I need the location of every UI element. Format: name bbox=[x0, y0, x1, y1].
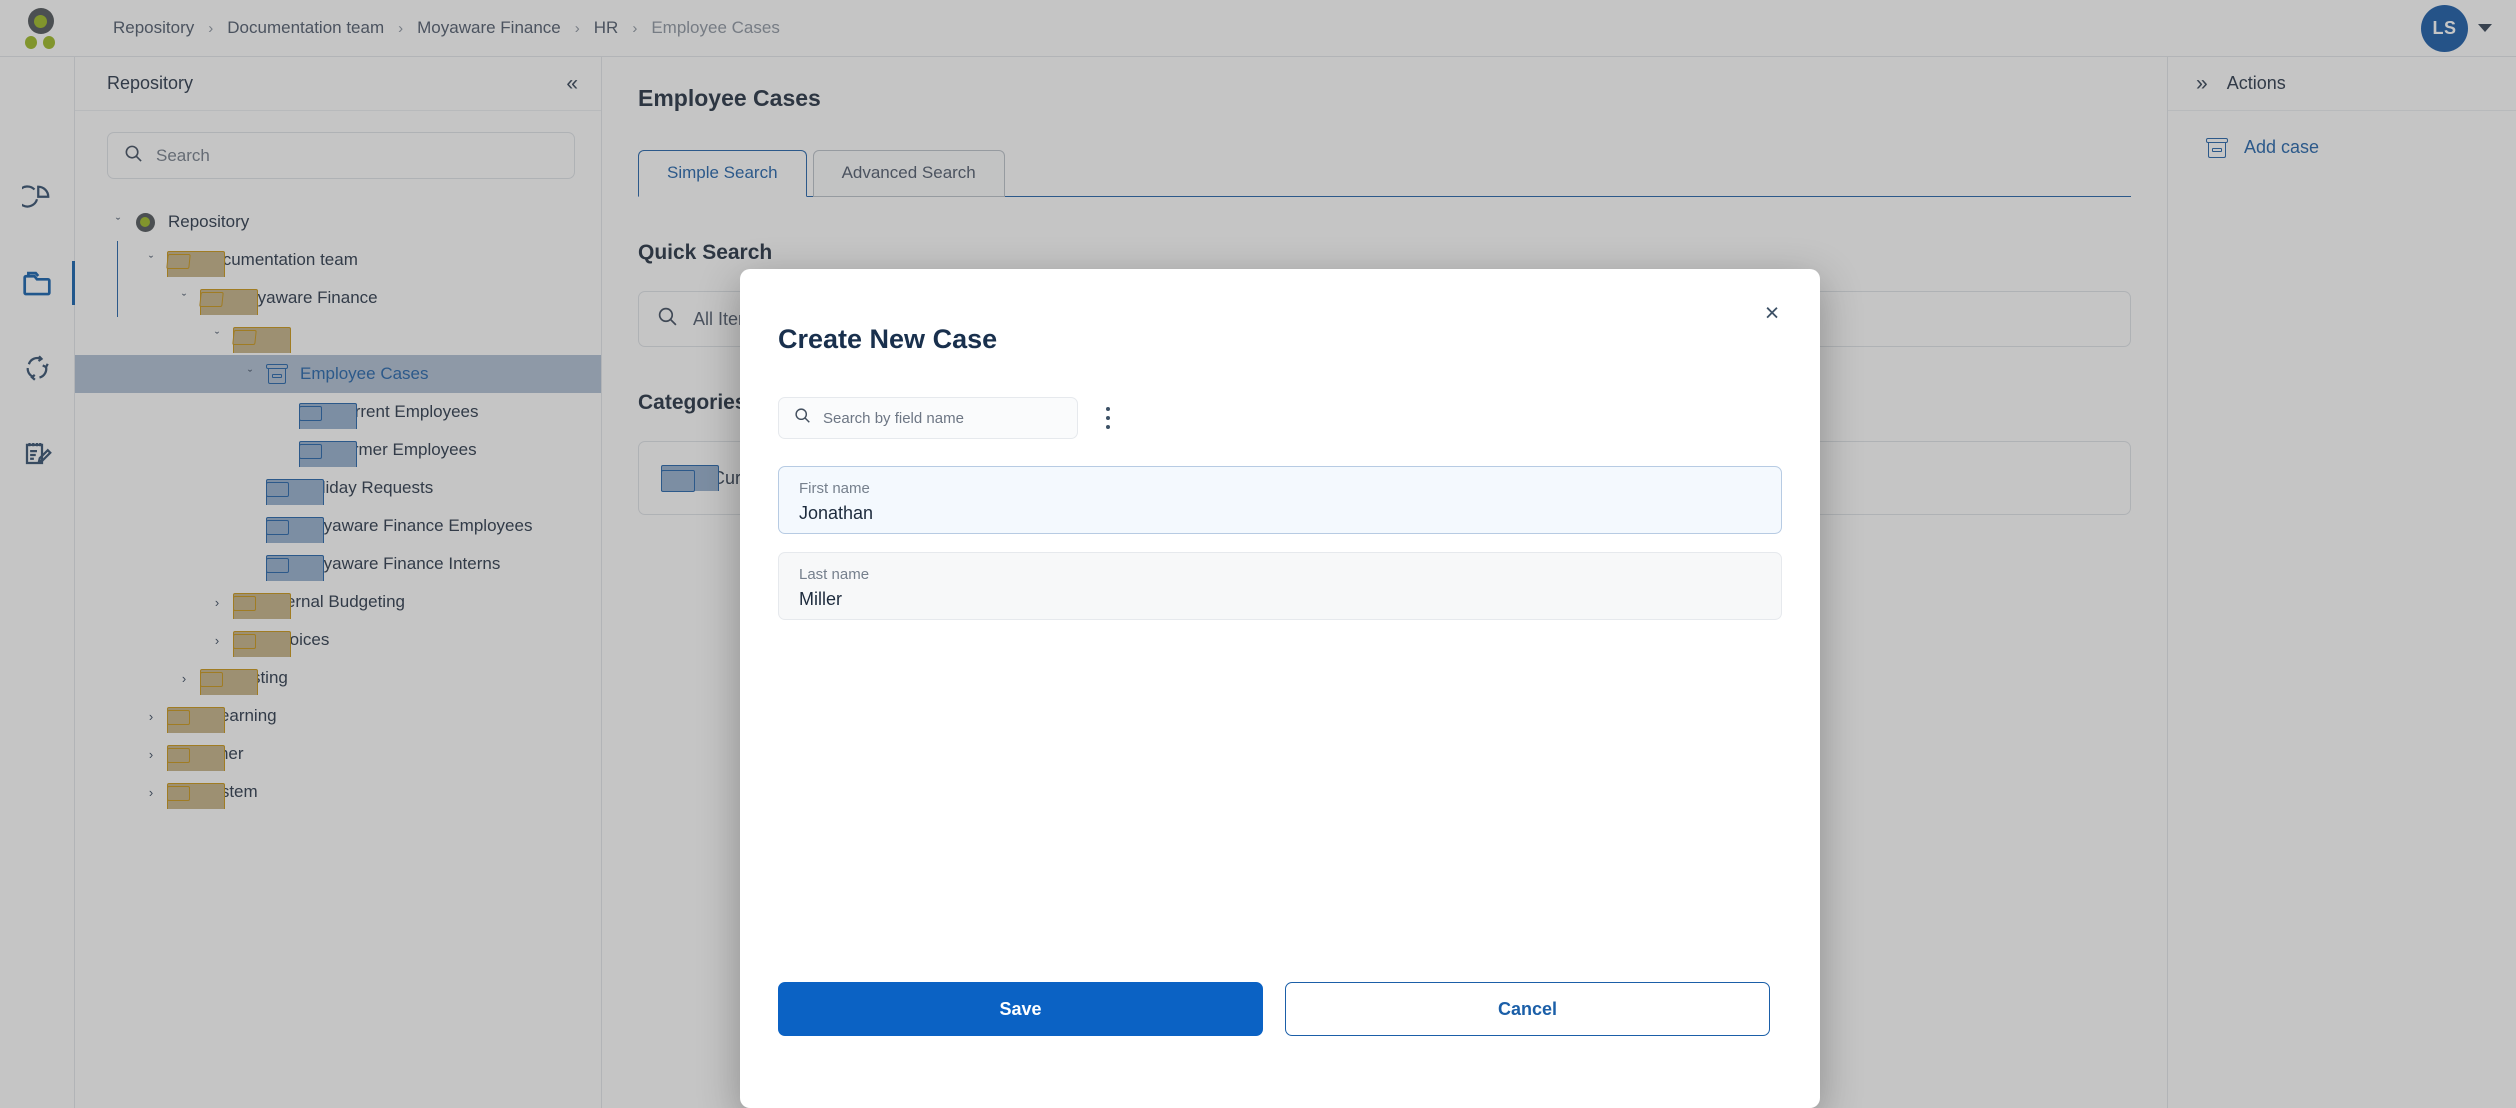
search-icon bbox=[794, 407, 811, 429]
field-first-name[interactable]: First name Jonathan bbox=[778, 466, 1782, 534]
case-fields: First name Jonathan Last name Miller bbox=[778, 466, 1782, 620]
close-icon[interactable]: × bbox=[1754, 295, 1790, 331]
create-case-dialog: × Create New Case First name Jonathan Last… bbox=[740, 269, 1820, 1108]
application-root: Repository › Documentation team › Moyaware F… bbox=[0, 0, 2516, 1108]
field-search[interactable] bbox=[778, 397, 1078, 439]
field-value[interactable]: Jonathan bbox=[799, 503, 1761, 525]
field-label: First name bbox=[799, 480, 870, 497]
dialog-footer: Save Cancel bbox=[778, 982, 1782, 1108]
dialog-title: Create New Case bbox=[778, 324, 998, 354]
cancel-button[interactable]: Cancel bbox=[1285, 982, 1770, 1036]
field-label: Last name bbox=[799, 566, 870, 583]
save-button[interactable]: Save bbox=[778, 982, 1263, 1036]
field-search-input[interactable] bbox=[823, 409, 1062, 427]
more-options-icon[interactable] bbox=[1094, 401, 1122, 435]
field-value[interactable]: Miller bbox=[799, 589, 1761, 611]
field-last-name[interactable]: Last name Miller bbox=[778, 552, 1782, 620]
field-search-row bbox=[778, 397, 1782, 439]
